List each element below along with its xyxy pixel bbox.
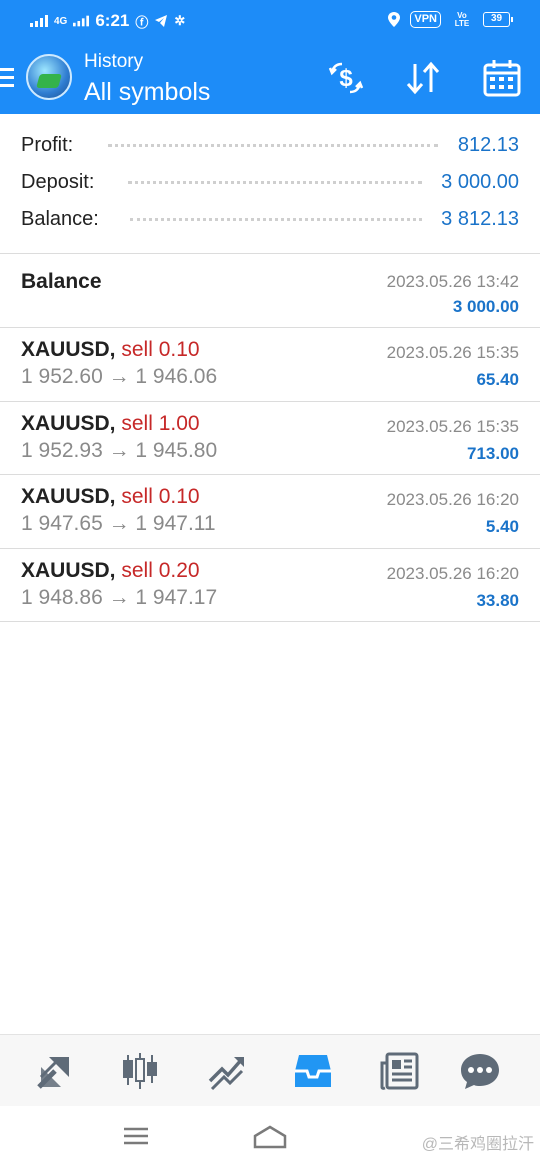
system-nav-bar: @三希鸡圈拉汗 xyxy=(0,1106,540,1170)
balance-label: Balance: xyxy=(21,208,99,230)
deal-side: sell 0.10 xyxy=(121,338,200,361)
dotted-leader xyxy=(130,209,422,221)
deal-profit: 5.40 xyxy=(485,517,519,536)
deal-profit: 65.40 xyxy=(476,370,519,389)
telegram-icon xyxy=(155,15,168,27)
deal-time: 2023.05.26 15:35 xyxy=(386,417,519,436)
symbol-name: XAUUSD, xyxy=(21,412,116,435)
deal-row[interactable]: XAUUSD, sell 0.20 1 948.86 → 1 947.17 20… xyxy=(0,549,540,622)
deal-prices: 1 952.93 → 1 945.80 xyxy=(21,439,218,462)
app-logo xyxy=(26,54,72,100)
deal-symbol: XAUUSD, sell 0.20 xyxy=(21,559,200,583)
vpn-badge: VPN xyxy=(410,11,441,28)
bottom-tab-bar xyxy=(0,1034,540,1106)
deal-row[interactable]: XAUUSD, sell 0.10 1 952.60 → 1 946.06 20… xyxy=(0,328,540,401)
page-title: History xyxy=(84,51,144,72)
deal-symbol: XAUUSD, sell 1.00 xyxy=(21,412,200,436)
dotted-leader xyxy=(128,172,422,184)
balance-row: Balance: 3 812.13 xyxy=(0,200,540,237)
profit-value: 812.13 xyxy=(457,134,519,156)
calendar-icon[interactable] xyxy=(482,58,522,98)
balance-value: 3 812.13 xyxy=(441,208,519,230)
news-icon[interactable] xyxy=(380,1051,420,1091)
status-right: VPN Vo LTE 39 xyxy=(388,10,513,28)
deal-prices: 1 948.86 → 1 947.17 xyxy=(21,586,218,609)
history-icon[interactable] xyxy=(293,1051,333,1091)
summary-panel: Profit: 812.13 Deposit: 3 000.00 Balance… xyxy=(0,126,540,237)
profit-row: Profit: 812.13 xyxy=(0,126,540,163)
trade-icon[interactable] xyxy=(208,1051,248,1091)
network-type: 4G xyxy=(54,15,68,27)
balance-entry[interactable]: Balance 2023.05.26 13:42 3 000.00 xyxy=(0,254,540,327)
deal-time: 2023.05.26 16:20 xyxy=(386,490,519,509)
deal-row[interactable]: XAUUSD, sell 1.00 1 952.93 → 1 945.80 20… xyxy=(0,402,540,475)
deal-symbol: XAUUSD, sell 0.10 xyxy=(21,338,200,362)
deal-prices: 1 947.65 → 1 947.11 xyxy=(21,512,216,535)
facebook-icon: ⓕ xyxy=(135,14,149,30)
home-icon[interactable] xyxy=(252,1124,288,1150)
profit-label: Profit: xyxy=(21,134,74,156)
deal-profit: 33.80 xyxy=(476,591,519,610)
svg-text:$: $ xyxy=(339,65,353,92)
status-time: 6:21 xyxy=(95,11,130,30)
volte-indicator: Vo LTE xyxy=(454,10,470,28)
symbol-name: XAUUSD, xyxy=(21,559,116,582)
watermark-text: @三希鸡圈拉汗 xyxy=(421,1136,534,1153)
app-bar: 4G 6:21 ⓕ ✲ VPN Vo LTE 39 History All sy… xyxy=(0,0,540,114)
symbol-name: XAUUSD, xyxy=(21,485,116,508)
quotes-icon[interactable] xyxy=(35,1051,75,1091)
deposit-row: Deposit: 3 000.00 xyxy=(0,163,540,200)
signal-icon xyxy=(30,15,48,27)
chart-icon[interactable] xyxy=(120,1051,160,1091)
recent-apps-icon[interactable] xyxy=(122,1124,150,1148)
currency-exchange-icon[interactable]: $ xyxy=(326,58,366,98)
status-left: 4G 6:21 ⓕ ✲ xyxy=(30,11,185,31)
battery-icon: 39 xyxy=(483,12,513,27)
balance-entry-title: Balance xyxy=(21,270,102,293)
settings-icon: ✲ xyxy=(174,13,186,28)
deal-profit: 713.00 xyxy=(467,444,519,463)
deposit-label: Deposit: xyxy=(21,171,95,193)
symbol-name: XAUUSD, xyxy=(21,338,116,361)
status-bar: 4G 6:21 ⓕ ✲ VPN Vo LTE 39 xyxy=(0,0,540,42)
deal-time: 2023.05.26 16:20 xyxy=(386,564,519,583)
deal-prices: 1 952.60 → 1 946.06 xyxy=(21,365,218,388)
balance-entry-time: 2023.05.26 13:42 xyxy=(386,272,519,291)
deal-side: sell 0.20 xyxy=(121,559,200,582)
deal-symbol: XAUUSD, sell 0.10 xyxy=(21,485,200,509)
deposit-value: 3 000.00 xyxy=(441,171,519,193)
balance-entry-amount: 3 000.00 xyxy=(452,297,519,316)
signal-icon xyxy=(73,15,90,27)
sort-icon[interactable] xyxy=(403,58,443,98)
deal-side: sell 1.00 xyxy=(121,412,200,435)
deal-row[interactable]: XAUUSD, sell 0.10 1 947.65 → 1 947.11 20… xyxy=(0,475,540,548)
location-icon xyxy=(388,12,401,27)
symbol-filter[interactable]: All symbols xyxy=(84,78,210,107)
chat-icon[interactable] xyxy=(460,1051,500,1091)
menu-icon[interactable] xyxy=(0,68,14,92)
dotted-leader xyxy=(108,135,438,147)
deal-side: sell 0.10 xyxy=(121,485,200,508)
deal-time: 2023.05.26 15:35 xyxy=(386,343,519,362)
divider xyxy=(0,621,540,622)
